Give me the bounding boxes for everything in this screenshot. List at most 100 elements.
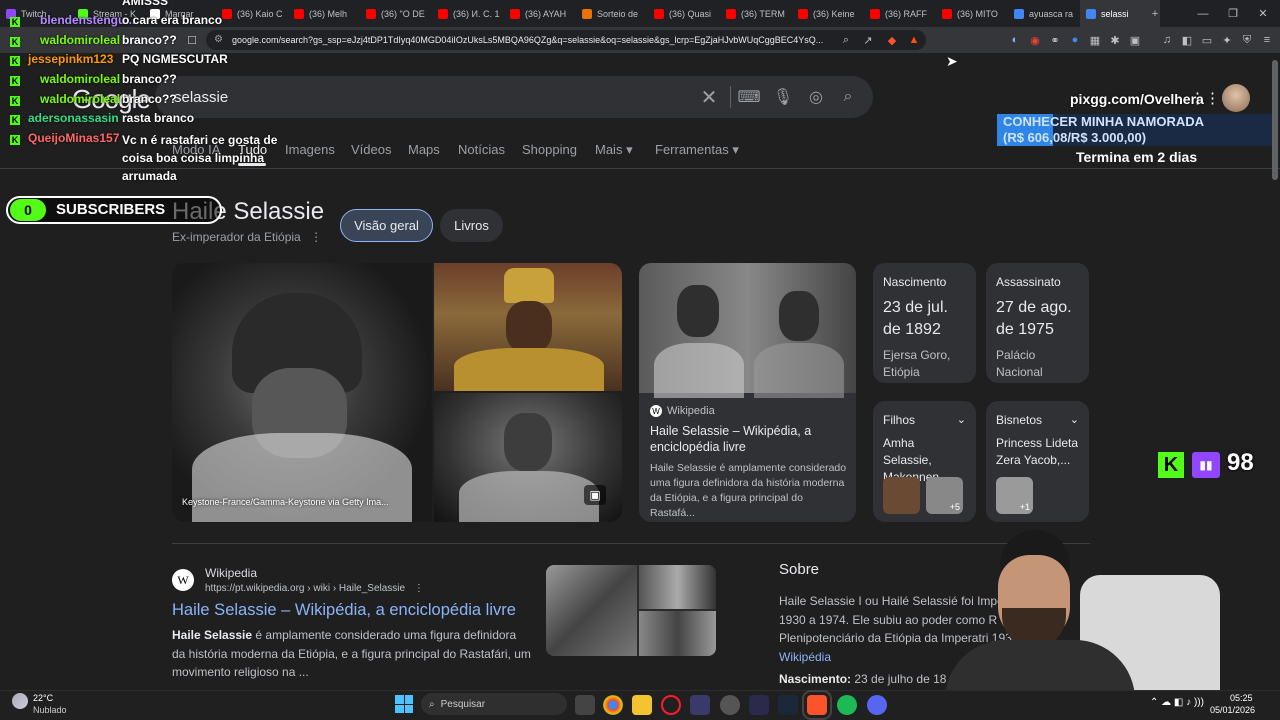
search-query[interactable]: selassie: [174, 89, 228, 106]
browser-tab[interactable]: (36) RAFF: [864, 0, 936, 27]
task-view-icon[interactable]: [575, 695, 595, 715]
screenshot-icon[interactable]: ▣: [1126, 31, 1144, 49]
extension-icon[interactable]: ●: [1066, 31, 1084, 49]
clock-time[interactable]: 05:25: [1230, 693, 1253, 703]
extension-icon[interactable]: ▦: [1086, 31, 1104, 49]
sidebar-icon[interactable]: ◧: [1178, 31, 1196, 49]
death-card[interactable]: Assassinato 27 de ago. de 1975 Palácio N…: [986, 263, 1089, 383]
media-icon[interactable]: ♫: [1158, 31, 1176, 49]
chevron-down-icon[interactable]: ⌄: [1070, 413, 1079, 427]
result-title-link[interactable]: Haile Selassie – Wikipédia, a enciclopéd…: [172, 601, 516, 620]
chip-overview[interactable]: Visão geral: [340, 209, 433, 242]
result-thumbnails[interactable]: [546, 565, 716, 656]
vpn-icon[interactable]: ⛨: [1238, 31, 1256, 49]
result-thumbnail[interactable]: [639, 611, 716, 656]
image-gallery-icon[interactable]: ▣: [584, 485, 606, 505]
pix-url: pixgg.com/Ovelhera: [1070, 91, 1204, 107]
brave-icon[interactable]: [802, 690, 832, 720]
tab-shopping[interactable]: Shopping: [522, 142, 577, 157]
about-wikipedia-link[interactable]: Wikipédia: [779, 650, 831, 664]
share-icon[interactable]: ↗: [859, 31, 877, 49]
search-input[interactable]: [155, 76, 873, 118]
obs-icon[interactable]: [720, 695, 740, 715]
app-icon[interactable]: [690, 695, 710, 715]
clock-date[interactable]: 05/01/2026: [1210, 705, 1255, 715]
result-breadcrumb[interactable]: https://pt.wikipedia.org › wiki › Haile_…: [205, 583, 424, 594]
close-window-icon[interactable]: ✕: [1248, 0, 1278, 27]
greatgrandchild-thumbnail[interactable]: +1: [996, 477, 1033, 514]
extension-icon[interactable]: ⚭: [1046, 31, 1064, 49]
avatar[interactable]: [1222, 84, 1250, 112]
browser-tab[interactable]: (36) Keine: [792, 0, 864, 27]
bookmark-icon[interactable]: ☐: [183, 31, 201, 49]
discord-icon[interactable]: [867, 695, 887, 715]
app-icon[interactable]: [749, 695, 769, 715]
result-thumbnail[interactable]: [639, 565, 716, 609]
tab-tools[interactable]: Ferramentas ▾: [655, 142, 739, 158]
address-bar[interactable]: ⚙ google.com/search?gs_ssp=eJzj4tDP1TdIy…: [206, 30, 926, 50]
wikipedia-card[interactable]: W Wikipedia Haile Selassie – Wikipédia, …: [639, 263, 856, 522]
maximize-icon[interactable]: ❐: [1218, 0, 1248, 27]
spotify-icon[interactable]: [837, 695, 857, 715]
browser-tab[interactable]: (36) TERM: [720, 0, 792, 27]
browser-tab[interactable]: Sorteio de: [576, 0, 648, 27]
more-options-icon[interactable]: ⋮: [414, 583, 424, 594]
new-tab-button[interactable]: +: [1140, 0, 1170, 27]
zoom-icon[interactable]: ⌕: [837, 31, 855, 49]
wallet-icon[interactable]: ▭: [1198, 31, 1216, 49]
birth-card[interactable]: Nascimento 23 de jul. de 1892 Ejersa Gor…: [873, 263, 976, 383]
greatgrandchildren-card[interactable]: Bisnetos ⌄ Princess Lideta Zera Yacob,..…: [986, 401, 1089, 522]
bw-portrait-image[interactable]: ▣: [434, 393, 622, 522]
search-icon[interactable]: ⌕: [837, 86, 859, 108]
menu-icon[interactable]: ≡: [1258, 31, 1276, 49]
taskbar-search[interactable]: ⌕ Pesquisar: [421, 693, 567, 715]
children-card[interactable]: Filhos ⌄ Amha Selassie, Makonnen,... +5: [873, 401, 976, 522]
browser-tab[interactable]: (36) AYAH: [504, 0, 576, 27]
tab-images[interactable]: Imagens: [285, 142, 335, 157]
result-site-name[interactable]: Wikipedia: [205, 566, 257, 580]
tab-news[interactable]: Notícias: [458, 142, 505, 157]
browser-tab[interactable]: (36) "O DE: [360, 0, 432, 27]
browser-tab[interactable]: (36) Quasi: [648, 0, 720, 27]
keyboard-icon[interactable]: ⌨: [737, 86, 760, 108]
chip-books[interactable]: Livros: [440, 209, 503, 242]
file-explorer-icon[interactable]: [632, 695, 652, 715]
tray-icons[interactable]: ⌃ ☁ ◧ ♪ ))): [1150, 697, 1204, 708]
child-thumbnail[interactable]: +5: [926, 477, 963, 514]
lens-icon[interactable]: ◎: [805, 86, 827, 108]
result-thumbnail[interactable]: [546, 565, 637, 656]
weather-icon[interactable]: [12, 693, 28, 709]
tab-more[interactable]: Mais ▾: [595, 142, 633, 158]
browser-tab[interactable]: ayuasca ra: [1008, 0, 1080, 27]
browser-tab[interactable]: (36) И. С. 1: [432, 0, 504, 27]
tab-maps[interactable]: Maps: [408, 142, 440, 157]
clear-icon[interactable]: ✕: [698, 86, 720, 109]
apps-icon[interactable]: ⋮⋮: [1190, 89, 1220, 107]
steam-icon[interactable]: [778, 695, 798, 715]
chevron-down-icon[interactable]: ⌄: [957, 413, 966, 427]
chat-username: adersonassasin: [28, 111, 119, 125]
start-button[interactable]: [395, 695, 413, 713]
card-title[interactable]: Haile Selassie – Wikipédia, a enciclopéd…: [650, 423, 845, 455]
child-thumbnail[interactable]: [883, 477, 920, 514]
leo-ai-icon[interactable]: ✦: [1218, 31, 1236, 49]
more-options-icon[interactable]: ⋮: [310, 230, 322, 244]
brave-shield-icon[interactable]: ◆: [883, 31, 901, 49]
microphone-icon[interactable]: 🎙: [772, 86, 794, 108]
brave-rewards-icon[interactable]: ▲: [905, 31, 923, 49]
browser-tab[interactable]: (36) Melh: [288, 0, 360, 27]
scrollbar-thumb[interactable]: [1272, 60, 1278, 180]
tab-videos[interactable]: Vídeos: [351, 142, 391, 157]
crown-portrait-image[interactable]: [434, 263, 622, 391]
minimize-icon[interactable]: —: [1188, 0, 1218, 27]
extension-icon[interactable]: ◐: [1006, 31, 1024, 49]
extension-icon[interactable]: ◉: [1026, 31, 1044, 49]
browser-tab[interactable]: (36) MITO: [936, 0, 1008, 27]
chrome-icon[interactable]: [603, 695, 623, 715]
browser-tab[interactable]: (36) Kaio C: [216, 0, 288, 27]
opera-icon[interactable]: [661, 695, 681, 715]
puzzle-icon[interactable]: ✱: [1106, 31, 1124, 49]
site-settings-icon[interactable]: ⚙: [214, 34, 223, 45]
goal-deadline: Termina em 2 dias: [1076, 149, 1198, 165]
portrait-image[interactable]: Keystone-France/Gamma-Keystone via Getty…: [172, 263, 432, 522]
